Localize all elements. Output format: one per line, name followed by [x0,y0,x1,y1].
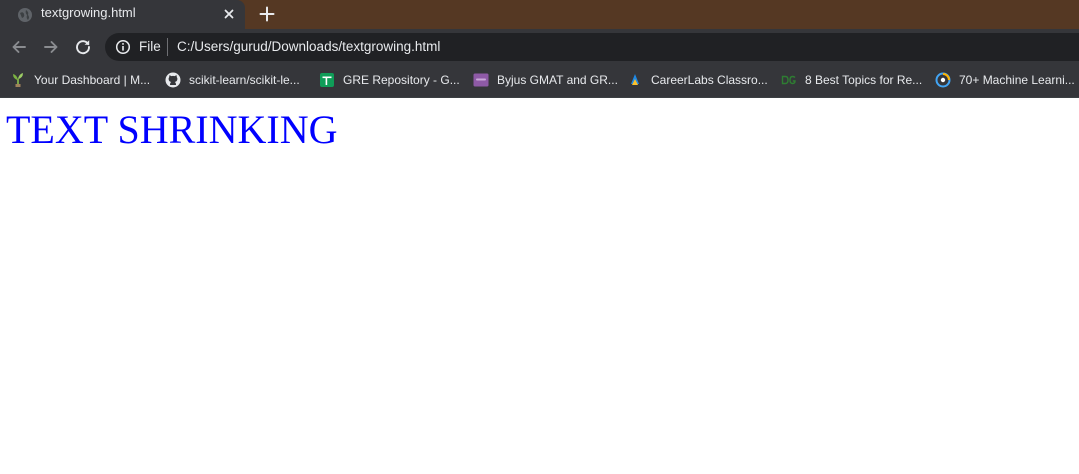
bookmarks-bar: Your Dashboard | M... scikit-learn/sciki… [0,64,1079,97]
toolbar: File C:/Users/gurud/Downloads/textgrowin… [0,29,1079,64]
github-icon [165,72,181,88]
scheme-chip-label[interactable]: File [139,39,161,55]
tab-strip: textgrowing.html [0,0,1079,29]
arrow-right-icon[interactable] [41,37,61,57]
arrow-left-icon[interactable] [9,37,29,57]
plant-icon [13,73,23,87]
byjus-icon [473,73,489,87]
plus-icon[interactable] [256,3,278,25]
close-icon[interactable] [221,6,237,22]
dg-icon [781,75,796,85]
bookmark-item[interactable]: scikit-learn/scikit-le... [165,71,300,89]
tab-active[interactable]: textgrowing.html [0,0,245,29]
page-content: TEXT SHRINKING [0,98,1079,474]
tab-title: textgrowing.html [41,5,136,20]
page-heading: TEXT SHRINKING [6,107,338,152]
reload-icon[interactable] [73,37,93,57]
bookmark-item[interactable]: Your Dashboard | M... [10,71,150,89]
bookmark-item[interactable]: 70+ Machine Learni... [935,71,1075,89]
ml-icon [935,72,951,88]
url-text[interactable]: C:/Users/gurud/Downloads/textgrowing.htm… [177,39,440,55]
bookmark-label: CareerLabs Classro... [651,73,768,87]
bookmark-item[interactable]: 8 Best Topics for Re... [781,71,922,89]
bookmark-label: 8 Best Topics for Re... [805,73,923,87]
careerlabs-icon [631,74,639,85]
address-bar[interactable]: File C:/Users/gurud/Downloads/textgrowin… [105,33,1079,61]
bookmark-label: 70+ Machine Learni... [959,73,1075,87]
bookmark-item[interactable]: Byjus GMAT and GR... [473,71,618,89]
bookmark-label: Your Dashboard | M... [34,73,151,87]
sheets-icon [320,73,334,87]
bookmark-label: Byjus GMAT and GR... [497,73,618,87]
info-icon[interactable] [115,39,131,55]
globe-icon [18,8,32,22]
bookmark-item[interactable]: GRE Repository - G... [319,71,460,89]
chip-separator [167,38,168,56]
bookmark-item[interactable]: CareerLabs Classro... [627,71,768,89]
bookmark-label: scikit-learn/scikit-le... [189,73,300,87]
bookmark-label: GRE Repository - G... [343,73,460,87]
